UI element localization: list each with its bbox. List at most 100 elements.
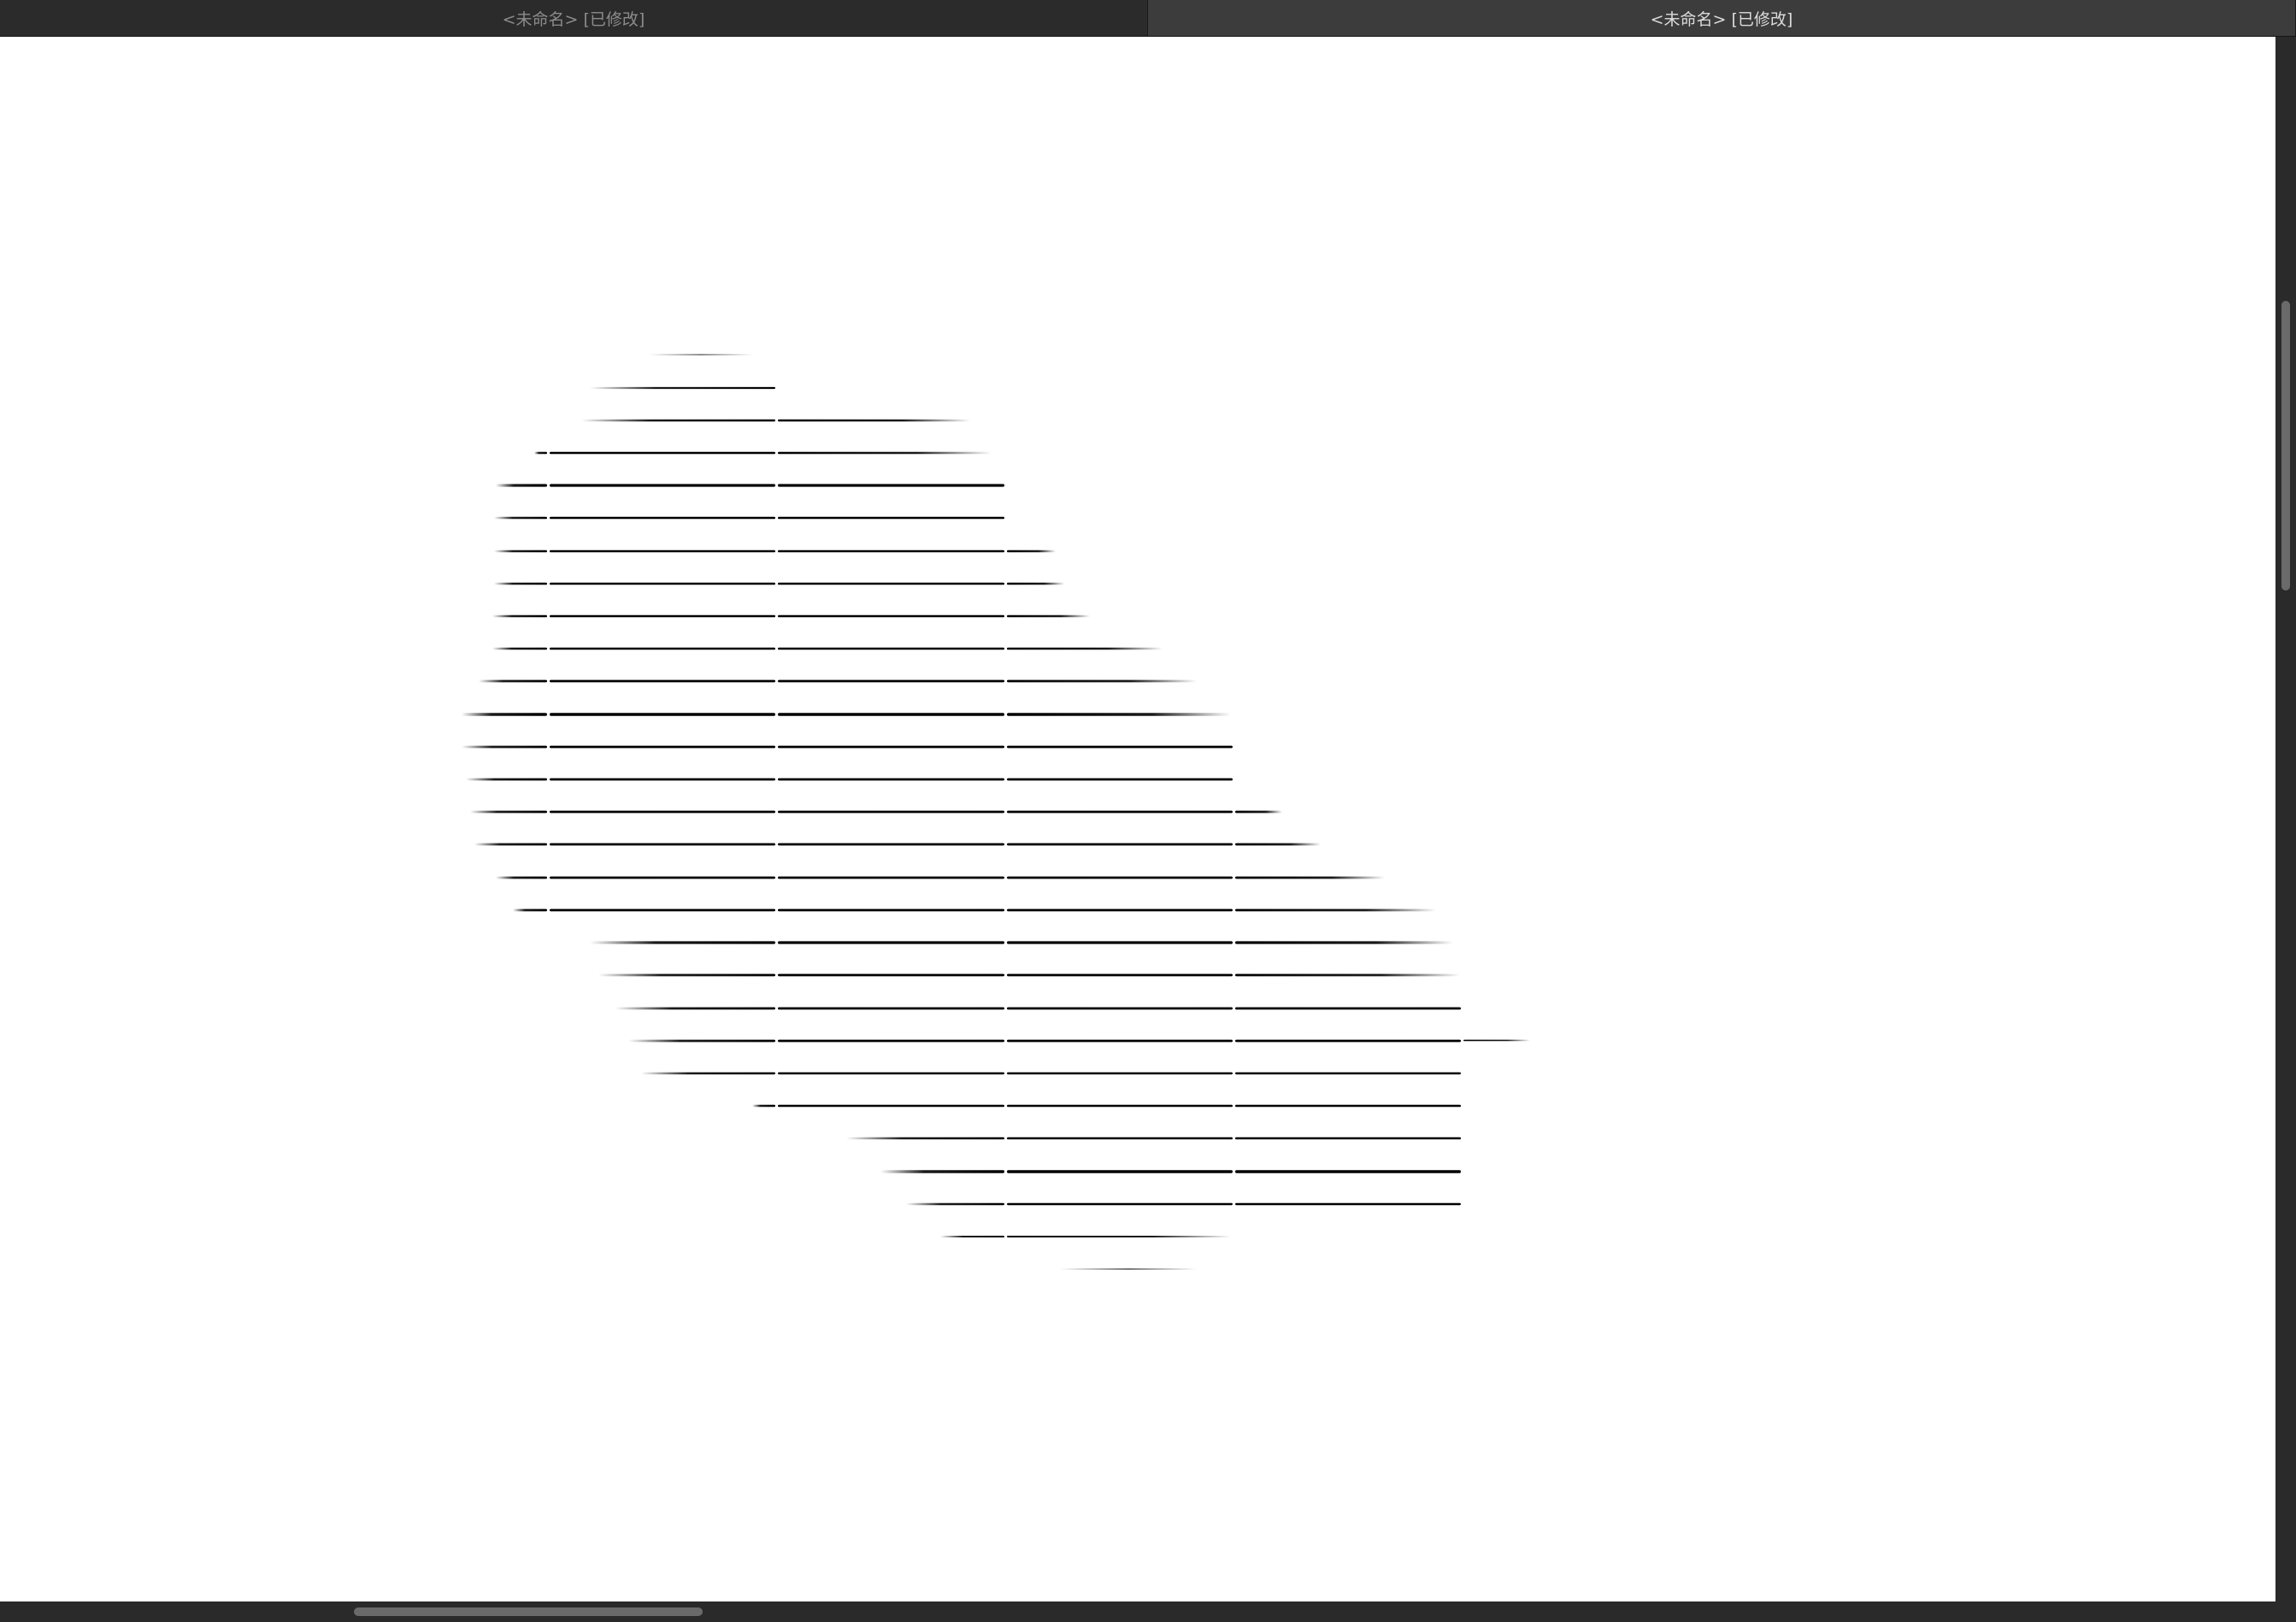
brush-stroke [1235, 876, 1385, 879]
brush-stroke [1007, 745, 1233, 749]
brush-stroke [513, 908, 547, 912]
brush-stroke [492, 614, 547, 618]
brush-stroke [778, 484, 1004, 487]
brush-stroke [479, 679, 547, 683]
brush-stroke [778, 908, 1004, 912]
brush-stroke [550, 713, 775, 716]
brush-stroke [641, 1072, 775, 1075]
brush-stroke [778, 516, 1004, 520]
brush-stroke [1235, 1137, 1461, 1140]
brush-stroke [590, 386, 775, 390]
brush-stroke [550, 778, 775, 781]
brush-stroke [494, 516, 547, 520]
brush-stroke [550, 679, 775, 683]
brush-stroke [1007, 1137, 1233, 1140]
brush-stroke [550, 614, 775, 618]
horizontal-scrollbar-thumb[interactable] [353, 1607, 703, 1616]
brush-stroke [550, 810, 775, 814]
brush-stroke [778, 876, 1004, 879]
brush-stroke [550, 843, 775, 846]
brush-stroke [1007, 1039, 1233, 1043]
vertical-scrollbar[interactable] [2275, 37, 2296, 1601]
horizontal-scrollbar[interactable] [0, 1601, 2296, 1622]
brush-stroke [550, 647, 775, 650]
brush-stroke [778, 582, 1004, 585]
brush-stroke [1235, 1039, 1461, 1043]
brush-stroke [1235, 1104, 1461, 1108]
brush-stroke [778, 843, 1004, 846]
brush-stroke [534, 451, 547, 455]
brush-stroke [778, 713, 1004, 716]
brush-stroke [494, 582, 547, 585]
stroke-artwork [462, 354, 1530, 1270]
brush-stroke [1007, 713, 1231, 716]
brush-stroke [778, 549, 1004, 553]
brush-stroke [550, 516, 775, 520]
brush-stroke [590, 941, 775, 944]
brush-stroke [1235, 1170, 1461, 1173]
brush-stroke [752, 1104, 775, 1108]
brush-stroke [550, 582, 775, 585]
brush-stroke [1235, 908, 1436, 912]
brush-stroke [1235, 1202, 1461, 1206]
brush-stroke [598, 973, 775, 977]
brush-stroke [550, 876, 775, 879]
brush-stroke [778, 810, 1004, 814]
brush-stroke [1007, 810, 1233, 814]
brush-stroke [628, 1039, 775, 1043]
brush-stroke [550, 484, 775, 487]
vertical-scrollbar-thumb[interactable] [2281, 301, 2290, 591]
brush-stroke [615, 1007, 775, 1010]
brush-stroke [1007, 1202, 1233, 1206]
brush-stroke [1007, 1170, 1233, 1173]
brush-stroke [1007, 582, 1064, 585]
brush-stroke [492, 647, 547, 650]
brush-stroke [550, 908, 775, 912]
brush-stroke [1007, 679, 1197, 683]
brush-stroke [778, 679, 1004, 683]
brush-stroke [778, 419, 970, 422]
brush-stroke [550, 549, 775, 553]
brush-stroke [778, 1104, 1004, 1108]
document-tab-2[interactable]: <未命名> [已修改] [1148, 0, 2296, 36]
brush-stroke [778, 1072, 1004, 1075]
brush-stroke [1463, 1039, 1530, 1042]
brush-stroke [778, 647, 1004, 650]
brush-stroke [1007, 1236, 1231, 1237]
brush-stroke [778, 1007, 1004, 1010]
brush-stroke [494, 549, 547, 553]
document-tab-bar: <未命名> [已修改] <未命名> [已修改] [0, 0, 2296, 37]
brush-stroke [1235, 810, 1282, 814]
brush-stroke [880, 1170, 1004, 1173]
brush-stroke [906, 1202, 1004, 1206]
brush-stroke [470, 810, 547, 814]
brush-stroke [778, 614, 1004, 618]
brush-stroke [1007, 908, 1233, 912]
brush-stroke [1007, 876, 1233, 879]
brush-stroke [550, 745, 775, 749]
brush-stroke [778, 1039, 1004, 1043]
brush-stroke [1235, 941, 1453, 944]
brush-stroke [1007, 549, 1056, 553]
brush-stroke [778, 973, 1004, 977]
brush-stroke [1007, 778, 1233, 781]
brush-stroke [940, 1236, 1004, 1237]
brush-stroke [474, 843, 547, 846]
brush-stroke [778, 745, 1004, 749]
brush-stroke [462, 745, 547, 749]
drawing-canvas[interactable] [0, 37, 2275, 1601]
document-tab-1[interactable]: <未命名> [已修改] [0, 0, 1148, 36]
brush-stroke [778, 778, 1004, 781]
brush-stroke [1007, 1007, 1233, 1010]
brush-stroke [550, 451, 775, 455]
brush-stroke [496, 876, 547, 879]
brush-stroke [1235, 1007, 1461, 1010]
brush-stroke [496, 484, 547, 487]
brush-stroke [466, 778, 547, 781]
brush-stroke [650, 354, 752, 356]
brush-stroke [778, 941, 1004, 944]
brush-stroke [462, 713, 547, 716]
brush-stroke [1235, 1072, 1461, 1075]
brush-stroke [846, 1137, 1004, 1140]
brush-stroke [1007, 647, 1163, 650]
